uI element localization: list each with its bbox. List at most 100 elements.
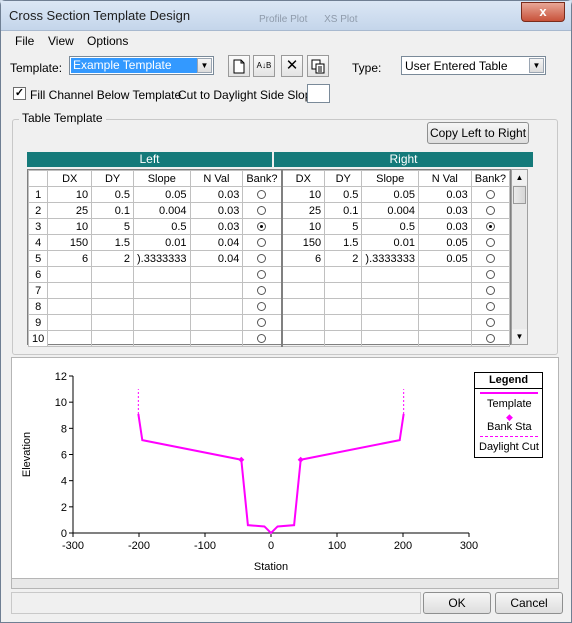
right-bank-cell[interactable] xyxy=(470,218,511,235)
left-bank-cell[interactable] xyxy=(242,282,283,299)
template-select[interactable]: Example Template ▼ xyxy=(69,56,214,75)
cancel-button[interactable]: Cancel xyxy=(495,592,563,614)
left-dy-cell[interactable] xyxy=(91,330,134,347)
right-nval-cell[interactable] xyxy=(417,330,472,347)
left-slope-cell[interactable]: 0.004 xyxy=(132,202,191,219)
left-bank-cell[interactable] xyxy=(242,234,283,251)
left-dx-cell[interactable]: 150 xyxy=(47,234,93,251)
right-nval-cell[interactable] xyxy=(417,266,472,283)
right-bank-cell[interactable] xyxy=(470,266,511,283)
left-dx-cell[interactable] xyxy=(47,282,93,299)
menu-view[interactable]: View xyxy=(48,34,74,48)
col-header-slope[interactable]: Slope xyxy=(361,170,419,187)
left-nval-cell[interactable] xyxy=(189,298,244,315)
bank-radio[interactable] xyxy=(257,334,267,344)
left-dy-cell[interactable] xyxy=(91,298,134,315)
left-bank-cell[interactable] xyxy=(242,218,283,235)
close-button[interactable]: x xyxy=(521,2,565,22)
right-dx-cell[interactable] xyxy=(281,330,326,347)
right-slope-cell[interactable]: 0.004 xyxy=(361,202,419,219)
col-header-nval[interactable]: N Val xyxy=(189,170,244,187)
left-dy-cell[interactable]: 0.1 xyxy=(91,202,134,219)
right-nval-cell[interactable] xyxy=(417,298,472,315)
ok-button[interactable]: OK xyxy=(423,592,491,614)
right-nval-cell[interactable]: 0.03 xyxy=(417,202,472,219)
left-bank-cell[interactable] xyxy=(242,314,283,331)
left-bank-cell[interactable] xyxy=(242,266,283,283)
left-nval-cell[interactable]: 0.03 xyxy=(189,202,244,219)
left-slope-cell[interactable] xyxy=(132,282,191,299)
right-slope-cell[interactable]: 0.5 xyxy=(361,218,419,235)
chevron-down-icon[interactable]: ▼ xyxy=(529,58,544,73)
rename-template-button[interactable]: A↓B xyxy=(253,55,275,77)
left-nval-cell[interactable]: 0.03 xyxy=(189,186,244,203)
col-header-dy[interactable]: DY xyxy=(91,170,134,187)
copy-left-to-right-button[interactable]: Copy Left to Right xyxy=(427,122,529,144)
table-vertical-scrollbar[interactable]: ▲ ▼ xyxy=(511,169,528,345)
left-bank-cell[interactable] xyxy=(242,186,283,203)
right-dx-cell[interactable]: 150 xyxy=(281,234,326,251)
left-dx-cell[interactable] xyxy=(47,330,93,347)
right-bank-cell[interactable] xyxy=(470,186,511,203)
delete-template-button[interactable]: ✕ xyxy=(281,55,303,77)
right-dx-cell[interactable] xyxy=(281,266,326,283)
left-dy-cell[interactable]: 1.5 xyxy=(91,234,134,251)
left-dx-cell[interactable] xyxy=(47,266,93,283)
right-nval-cell[interactable]: 0.03 xyxy=(417,218,472,235)
right-bank-cell[interactable] xyxy=(470,314,511,331)
col-header-nval[interactable]: N Val xyxy=(417,170,472,187)
right-dx-cell[interactable]: 10 xyxy=(281,218,326,235)
right-bank-cell[interactable] xyxy=(470,330,511,347)
chevron-down-icon[interactable]: ▼ xyxy=(197,58,212,73)
bank-radio[interactable] xyxy=(485,206,495,216)
right-dx-cell[interactable]: 25 xyxy=(281,202,326,219)
left-bank-cell[interactable] xyxy=(242,250,283,267)
left-dy-cell[interactable] xyxy=(91,282,134,299)
left-nval-cell[interactable] xyxy=(189,266,244,283)
plot-horizontal-scrollbar[interactable] xyxy=(11,578,559,589)
copy-template-button[interactable] xyxy=(307,55,329,77)
left-nval-cell[interactable]: 0.04 xyxy=(189,234,244,251)
bank-radio[interactable] xyxy=(257,222,267,232)
col-header-bank[interactable]: Bank? xyxy=(242,170,283,187)
bank-radio[interactable] xyxy=(257,302,267,312)
col-header-bank[interactable]: Bank? xyxy=(470,170,511,187)
scroll-thumb[interactable] xyxy=(513,186,526,204)
left-nval-cell[interactable] xyxy=(189,330,244,347)
right-nval-cell[interactable]: 0.03 xyxy=(417,186,472,203)
bank-radio[interactable] xyxy=(485,222,495,232)
col-header-dx[interactable]: DX xyxy=(47,170,93,187)
bank-radio[interactable] xyxy=(485,302,495,312)
type-select[interactable]: User Entered Table ▼ xyxy=(401,56,546,75)
bank-radio[interactable] xyxy=(485,318,495,328)
col-header-dy[interactable]: DY xyxy=(324,170,363,187)
right-slope-cell[interactable] xyxy=(361,330,419,347)
right-bank-cell[interactable] xyxy=(470,234,511,251)
left-dy-cell[interactable]: 2 xyxy=(91,250,134,267)
bank-radio[interactable] xyxy=(257,318,267,328)
left-slope-cell[interactable]: 0.5 xyxy=(132,218,191,235)
right-dy-cell[interactable] xyxy=(324,330,363,347)
right-dy-cell[interactable] xyxy=(324,298,363,315)
left-dx-cell[interactable]: 10 xyxy=(47,186,93,203)
left-dx-cell[interactable] xyxy=(47,298,93,315)
menu-file[interactable]: File xyxy=(15,34,34,48)
right-slope-cell[interactable] xyxy=(361,298,419,315)
right-dy-cell[interactable] xyxy=(324,282,363,299)
right-dy-cell[interactable]: 0.1 xyxy=(324,202,363,219)
left-slope-cell[interactable]: ).3333333 xyxy=(132,250,191,267)
right-bank-cell[interactable] xyxy=(470,298,511,315)
bank-radio[interactable] xyxy=(485,190,495,200)
left-dx-cell[interactable]: 10 xyxy=(47,218,93,235)
left-nval-cell[interactable] xyxy=(189,314,244,331)
left-dy-cell[interactable] xyxy=(91,266,134,283)
left-nval-cell[interactable] xyxy=(189,282,244,299)
fill-channel-checkbox[interactable]: ✓ xyxy=(13,87,26,100)
bank-radio[interactable] xyxy=(485,238,495,248)
left-dx-cell[interactable]: 6 xyxy=(47,250,93,267)
left-slope-cell[interactable]: 0.05 xyxy=(132,186,191,203)
left-slope-cell[interactable] xyxy=(132,266,191,283)
right-slope-cell[interactable] xyxy=(361,314,419,331)
bank-radio[interactable] xyxy=(485,270,495,280)
left-slope-cell[interactable] xyxy=(132,330,191,347)
